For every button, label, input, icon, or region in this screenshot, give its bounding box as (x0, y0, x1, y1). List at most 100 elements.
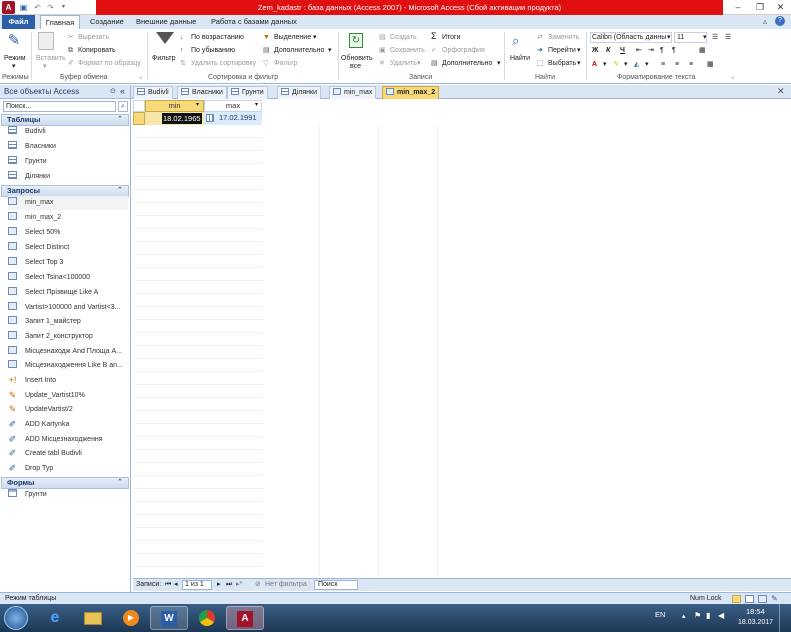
doc-tab-min-max-2[interactable]: min_max_2 (382, 86, 440, 99)
customize-qat-icon[interactable]: ▾ (57, 1, 70, 14)
sort-ascending-button[interactable]: По возрастанию (191, 33, 244, 42)
align-left-icon[interactable]: ≡ (661, 60, 665, 69)
start-button[interactable] (4, 606, 28, 630)
clock-time[interactable]: 18:54 (746, 607, 765, 616)
collapse-ribbon-icon[interactable]: ▵ (763, 17, 767, 26)
redo-icon[interactable]: ↷ (44, 1, 57, 14)
advanced-filter-button[interactable]: Дополнительно (274, 46, 324, 55)
close-tab-icon[interactable]: ✕ (777, 86, 785, 97)
nav-item-query[interactable]: ✐ ADD Kartynka (8, 418, 128, 432)
record-position-input[interactable]: 1 из 1 (182, 580, 212, 590)
view-mode-icon[interactable]: ✎ (5, 32, 23, 49)
find-button[interactable]: Найти (510, 54, 530, 63)
nav-item-query[interactable]: ✐ ADD Місцезнаходження (8, 433, 128, 447)
cell-max[interactable]: 17.02.1991 (204, 112, 262, 125)
filter-status[interactable]: Нет фильтра (265, 579, 307, 591)
nav-item-query[interactable]: +! Insert Into (8, 374, 128, 388)
row-selector[interactable] (133, 112, 145, 125)
filter-button[interactable]: Фильтр (152, 54, 176, 63)
new-record-button[interactable]: Создать (390, 33, 417, 42)
format-painter-button[interactable]: Формат по образцу (78, 59, 141, 68)
dialog-launcher-icon[interactable]: ⌟ (139, 73, 142, 82)
nav-item-query[interactable]: Select 50% (8, 226, 128, 240)
maximize-button[interactable]: ❐ (749, 0, 771, 15)
volume-icon[interactable]: ◀ (718, 611, 724, 620)
chevron-down-icon[interactable]: ▾ (196, 101, 199, 108)
cell-min[interactable]: 18.02.1965 (145, 112, 204, 125)
font-color-icon[interactable]: A (592, 60, 597, 69)
toggle-filter-button[interactable]: Фильтр (274, 59, 298, 68)
nav-item-query[interactable]: ✎ Update_Vartist10% (8, 389, 128, 403)
shutter-bar-icon[interactable]: « (120, 86, 125, 96)
alt-row-color-icon[interactable]: ▦ (707, 60, 714, 69)
paste-icon[interactable] (38, 32, 54, 50)
clear-sort-button[interactable]: Удалить сортировку (191, 59, 256, 68)
nav-item-query[interactable]: Select Distinct (8, 241, 128, 255)
goto-button[interactable]: Перейти (548, 46, 576, 55)
help-icon[interactable]: ? (775, 16, 785, 26)
cut-button[interactable]: Вырезать (78, 33, 109, 42)
flag-icon[interactable]: ⚑ (694, 611, 701, 620)
collapse-icon[interactable]: ⌃ (117, 478, 123, 486)
chevron-down-icon[interactable]: ▾ (255, 101, 258, 108)
font-family-select[interactable]: Calibri (Область данны (590, 32, 672, 43)
datasheet-view-icon[interactable] (732, 595, 741, 603)
collapse-icon[interactable]: ⌃ (117, 115, 123, 123)
nav-item-query[interactable]: ✐ Create tabl Budivli (8, 447, 128, 461)
rtl-icon[interactable]: ¶ (672, 46, 676, 55)
minimize-button[interactable]: – (727, 0, 749, 15)
refresh-icon[interactable]: ↻ (349, 33, 363, 48)
select-button[interactable]: Выбрать (548, 59, 576, 68)
doc-tab-min-max[interactable]: min_max (329, 86, 377, 99)
sql-view-icon[interactable] (758, 595, 767, 603)
align-right-icon[interactable]: ≡ (689, 60, 693, 69)
new-record-icon[interactable]: ▸* (236, 579, 242, 591)
bold-icon[interactable]: Ж (592, 46, 598, 55)
italic-icon[interactable]: К (606, 46, 610, 55)
underline-icon[interactable]: Ч (620, 46, 625, 55)
tab-database-tools[interactable]: Работа с базами данных (205, 15, 303, 29)
totals-button[interactable]: Итоги (442, 33, 461, 42)
show-desktop-button[interactable] (779, 604, 791, 632)
nav-item-table[interactable]: Власники (8, 140, 128, 154)
next-record-icon[interactable]: ▸ (217, 579, 221, 591)
nav-item-table[interactable]: Ділянки (8, 170, 128, 184)
bullets-icon[interactable]: ☰ (712, 33, 718, 42)
sort-descending-button[interactable]: По убыванию (191, 46, 235, 55)
align-center-icon[interactable]: ≡ (675, 60, 679, 69)
outdent-icon[interactable]: ⇥ (648, 46, 654, 55)
filter-icon[interactable] (156, 32, 174, 44)
paste-button[interactable]: Вставить (36, 54, 66, 63)
network-icon[interactable]: ▮ (706, 611, 710, 620)
media-player-icon[interactable]: ▶ (112, 606, 150, 630)
nav-item-query[interactable]: Select Top 3 (8, 256, 128, 270)
chrome-icon[interactable] (188, 606, 226, 630)
select-all-corner[interactable] (133, 100, 145, 112)
indent-icon[interactable]: ⇤ (636, 46, 642, 55)
gridlines-icon[interactable]: ▦ (699, 46, 706, 55)
nav-item-query[interactable]: Vartist>100000 and Vartist<3... (8, 301, 128, 315)
ie-icon[interactable]: e (36, 606, 74, 630)
tray-expand-icon[interactable]: ▴ (682, 612, 686, 620)
tab-external-data[interactable]: Внешние данные (130, 15, 202, 29)
numbering-icon[interactable]: ☰ (725, 33, 731, 42)
spelling-button[interactable]: Орфография (442, 46, 485, 55)
selection-button[interactable]: Выделение (274, 33, 311, 42)
tab-create[interactable]: Создание (84, 15, 130, 29)
nav-item-query[interactable]: Місцезнаходж And Площа A... (8, 345, 128, 359)
more-records-button[interactable]: Дополнительно (442, 59, 492, 68)
collapse-icon[interactable]: ⌃ (117, 186, 123, 194)
column-header-max[interactable]: max (204, 100, 262, 112)
binoculars-icon[interactable]: ⌕ (512, 34, 527, 48)
nav-menu-icon[interactable]: ⊙ (110, 87, 116, 95)
calendar-icon[interactable] (206, 114, 214, 122)
access-taskbar-icon[interactable]: A (226, 606, 264, 630)
nav-item-query[interactable]: ✎ UpdateVartist/2 (8, 403, 128, 417)
search-icon[interactable]: ⌕ (118, 101, 128, 112)
prev-record-icon[interactable]: ◂ (174, 579, 178, 591)
nav-item-query[interactable]: ✐ Drop Typ (8, 462, 128, 476)
tab-home[interactable]: Главная (40, 15, 80, 29)
nav-item-query[interactable]: Select Прізвище Like A (8, 286, 128, 300)
highlight-icon[interactable]: ✎ (613, 60, 619, 69)
ltr-icon[interactable]: ¶ (660, 46, 664, 55)
